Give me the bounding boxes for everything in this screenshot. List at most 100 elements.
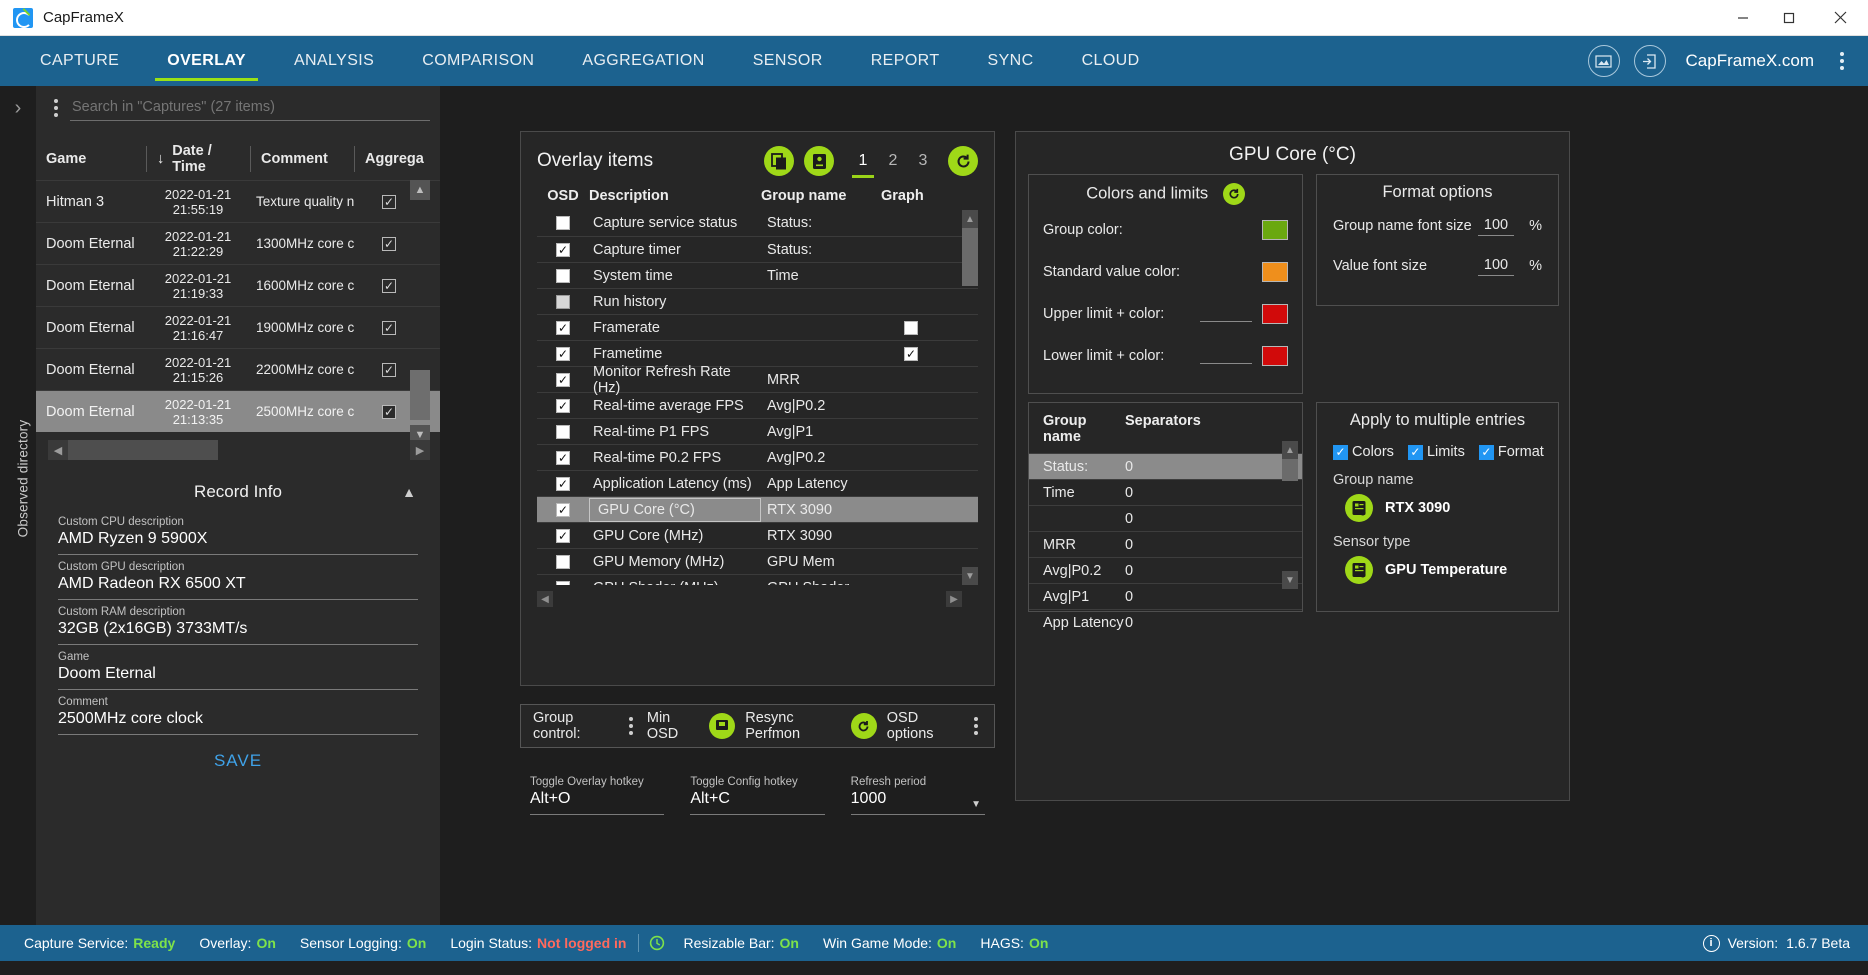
checkbox-colors[interactable]: ✓ Colors — [1333, 444, 1394, 460]
overlay-item-row[interactable]: Real-time P1 FPS Avg|P1 — [537, 418, 978, 444]
font-size-input[interactable]: 100 — [1478, 257, 1514, 276]
osd-checkbox[interactable] — [556, 398, 570, 413]
font-size-input[interactable]: 100 — [1478, 217, 1514, 236]
aggregation-checkbox[interactable] — [382, 278, 396, 293]
osd-checkbox[interactable] — [556, 528, 570, 543]
table-row[interactable]: Doom Eternal 2022-01-21 21:15:26 2200MHz co… — [36, 348, 440, 390]
group-table-row[interactable]: 0 — [1029, 505, 1302, 531]
chevron-down-icon[interactable]: ▼ — [971, 799, 981, 810]
overlay-item-row[interactable]: Capture service status Status: — [537, 210, 978, 236]
column-header-date-time[interactable]: ↓ Date / Time — [146, 143, 250, 175]
page-2-button[interactable]: 2 — [878, 152, 908, 170]
column-header-game[interactable]: Game — [36, 146, 146, 172]
copy-icon[interactable] — [764, 146, 794, 176]
refresh-icon[interactable] — [649, 935, 665, 951]
limit-input[interactable] — [1200, 348, 1252, 364]
record-info-field[interactable]: Custom CPU description AMD Ryzen 9 5900X — [58, 516, 418, 555]
cell-graph[interactable] — [881, 320, 941, 335]
field-value[interactable]: AMD Radeon RX 6500 XT — [58, 573, 418, 596]
cell-graph[interactable] — [881, 346, 941, 361]
osd-checkbox[interactable] — [556, 294, 570, 309]
page-1-button[interactable]: 1 — [848, 152, 878, 178]
tab-sync[interactable]: SYNC — [964, 36, 1058, 86]
tab-capture[interactable]: CAPTURE — [16, 36, 143, 86]
checkbox-format[interactable]: ✓ Format — [1478, 444, 1544, 460]
cell-osd[interactable] — [537, 424, 589, 439]
group-control-menu-button[interactable] — [625, 711, 637, 741]
scroll-right-button[interactable]: ▶ — [410, 440, 430, 460]
group-table-row[interactable]: Avg|P0.2 0 — [1029, 557, 1302, 583]
color-swatch[interactable] — [1262, 346, 1288, 366]
save-button[interactable]: SAVE — [214, 751, 262, 771]
color-swatch[interactable] — [1262, 220, 1288, 240]
toggle-config-hotkey-field[interactable]: Toggle Config hotkey Alt+C — [690, 776, 825, 815]
resync-icon[interactable] — [850, 713, 877, 739]
record-info-field[interactable]: Custom GPU description AMD Radeon RX 6500… — [58, 561, 418, 600]
minimize-button[interactable] — [1720, 0, 1766, 36]
overlay-item-row[interactable]: Real-time P0.2 FPS Avg|P0.2 — [537, 444, 978, 470]
table-row[interactable]: Doom Eternal 2022-01-21 21:16:47 1900MHz co… — [36, 306, 440, 348]
overlay-item-row[interactable]: GPU Core (°C) RTX 3090 — [537, 496, 978, 522]
cell-aggregation[interactable] — [354, 320, 424, 335]
color-swatch[interactable] — [1262, 262, 1288, 282]
field-value[interactable]: Doom Eternal — [58, 663, 418, 686]
overlay-list-hscrollbar[interactable]: ◀ ▶ — [537, 591, 978, 607]
tab-sensor[interactable]: SENSOR — [729, 36, 847, 86]
tab-comparison[interactable]: COMPARISON — [398, 36, 558, 86]
site-link[interactable]: CapFrameX.com — [1686, 51, 1814, 71]
page-3-button[interactable]: 3 — [908, 152, 938, 170]
field-value[interactable]: Alt+O — [530, 788, 664, 811]
cell-osd[interactable] — [537, 216, 589, 230]
color-swatch[interactable] — [1262, 304, 1288, 324]
scroll-up-button[interactable]: ▲ — [962, 210, 978, 228]
field-value[interactable]: Alt+C — [690, 788, 824, 811]
table-row[interactable]: Doom Eternal 2022-01-21 21:19:33 1600MHz co… — [36, 264, 440, 306]
overlay-item-row[interactable]: System time Time — [537, 262, 978, 288]
toggle-overlay-hotkey-field[interactable]: Toggle Overlay hotkey Alt+O — [530, 776, 665, 815]
table-row[interactable]: Doom Eternal 2022-01-21 21:13:35 2500MHz co… — [36, 390, 440, 432]
osd-checkbox[interactable] — [556, 346, 570, 361]
overlay-item-row[interactable]: GPU Core (MHz) RTX 3090 — [537, 522, 978, 548]
field-value[interactable]: 32GB (2x16GB) 3733MT/s — [58, 618, 418, 641]
cell-osd[interactable] — [537, 554, 589, 569]
graph-checkbox[interactable] — [904, 320, 918, 335]
overlay-item-row[interactable]: Capture timer Status: — [537, 236, 978, 262]
close-button[interactable] — [1812, 0, 1868, 36]
scroll-up-button[interactable]: ▲ — [410, 180, 430, 200]
osd-checkbox[interactable] — [556, 476, 570, 491]
horizontal-scrollbar[interactable]: ◀ ▶ — [48, 440, 430, 460]
sidebar-menu-button[interactable] — [42, 93, 70, 123]
screenshot-button[interactable] — [1587, 45, 1620, 77]
osd-checkbox[interactable] — [556, 580, 570, 585]
collapse-chevron-icon[interactable]: ▲ — [402, 484, 416, 500]
record-info-field[interactable]: Comment 2500MHz core clock — [58, 696, 418, 735]
refresh-period-field[interactable]: Refresh period 1000 ▼ — [850, 776, 985, 815]
aggregation-checkbox[interactable] — [382, 236, 396, 251]
column-header-aggregation[interactable]: Aggrega — [354, 146, 424, 172]
field-value[interactable]: AMD Ryzen 9 5900X — [58, 528, 418, 551]
scrollbar-thumb[interactable] — [962, 228, 978, 286]
scrollbar-thumb[interactable] — [410, 370, 430, 420]
group-name-row[interactable]: RTX 3090 — [1317, 488, 1558, 522]
tab-analysis[interactable]: ANALYSIS — [270, 36, 398, 86]
overlay-item-row[interactable]: GPU Shader (MHz)GPU Shader — [537, 574, 978, 585]
cell-osd[interactable] — [537, 476, 589, 491]
osd-checkbox[interactable] — [556, 424, 570, 439]
aggregation-checkbox[interactable] — [382, 194, 396, 209]
osd-checkbox[interactable] — [556, 216, 570, 230]
cell-osd[interactable] — [537, 320, 589, 335]
group-table-scrollbar[interactable]: ▲ ▼ — [1282, 441, 1298, 589]
overlay-item-row[interactable]: GPU Memory (MHz) GPU Mem — [537, 548, 978, 574]
graph-checkbox[interactable] — [904, 346, 918, 361]
sensor-type-row[interactable]: GPU Temperature — [1317, 550, 1558, 584]
overflow-menu-button[interactable] — [1828, 52, 1858, 70]
cell-aggregation[interactable] — [354, 278, 424, 293]
overlay-item-row[interactable]: Application Latency (ms) App Latency — [537, 470, 978, 496]
group-table-row[interactable]: App Latency 0 — [1029, 609, 1302, 635]
osd-options-menu-button[interactable] — [970, 711, 982, 741]
search-input[interactable] — [70, 95, 430, 121]
overlay-item-row[interactable]: Real-time average FPS Avg|P0.2 — [537, 392, 978, 418]
cell-osd[interactable] — [537, 242, 589, 257]
osd-checkbox[interactable] — [556, 372, 570, 387]
overlay-list-scrollbar[interactable]: ▲ ▼ — [962, 210, 978, 585]
